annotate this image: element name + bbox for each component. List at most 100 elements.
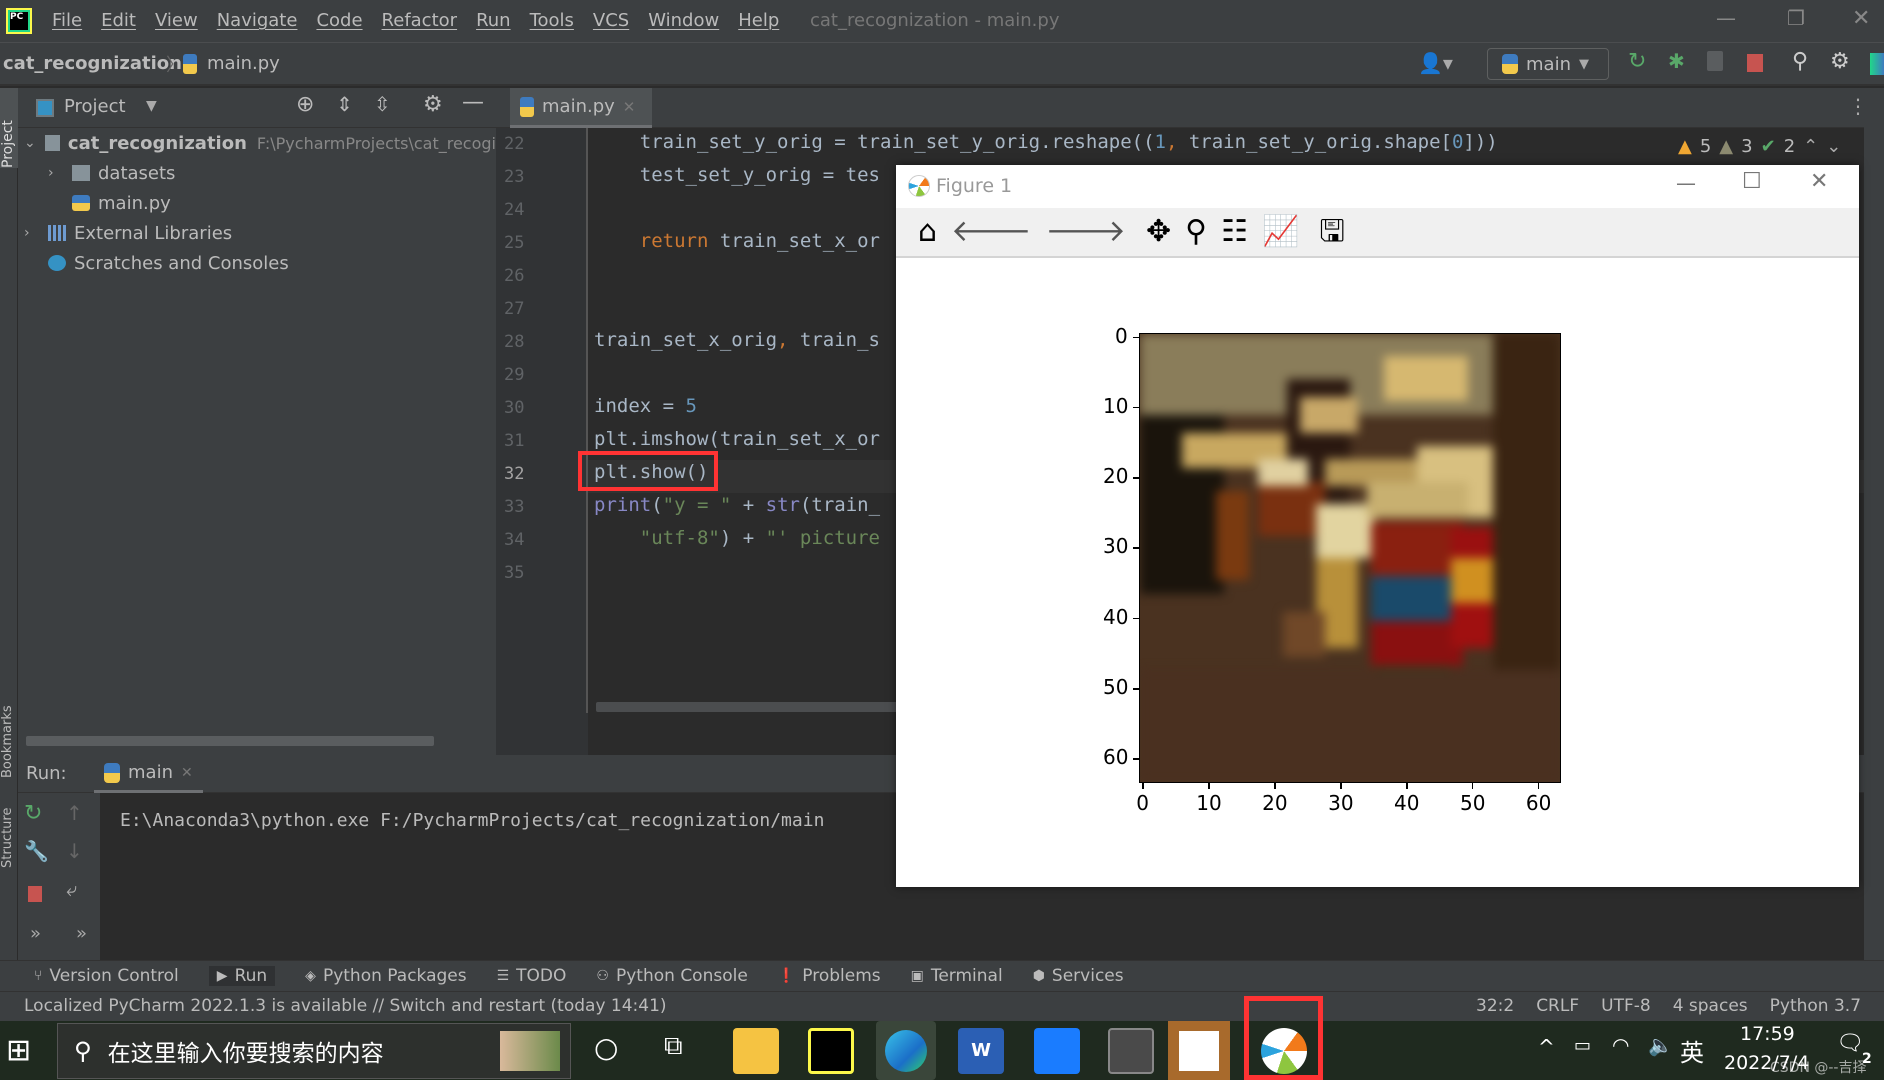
stop-icon[interactable] (28, 886, 42, 902)
account-icon[interactable]: 👤▾ (1418, 51, 1453, 75)
tree-item[interactable]: › External Libraries (18, 218, 496, 248)
close-tab-icon[interactable]: ✕ (181, 765, 193, 781)
task-view-icon[interactable]: ⧉ (664, 1031, 683, 1062)
taskbar-search-box[interactable]: ⚲ 在这里输入你要搜索的内容 (57, 1023, 571, 1079)
matplotlib-figure-icon[interactable] (1261, 1028, 1307, 1074)
menu-edit[interactable]: Edit (101, 10, 136, 31)
code-line[interactable]: plt.imshow(train_set_x_or (594, 428, 880, 450)
breadcrumb-project[interactable]: cat_recognization (3, 53, 182, 74)
project-panel-title[interactable]: Project (64, 96, 126, 117)
python-interpreter[interactable]: Python 3.7 (1770, 996, 1861, 1016)
tool-window-python-console[interactable]: ⚇ Python Console (596, 966, 747, 986)
volume-icon[interactable]: 🔈 (1648, 1033, 1673, 1057)
zoom-icon[interactable]: ⚲ (1185, 217, 1207, 247)
up-arrow-icon[interactable]: ↑ (66, 801, 83, 825)
wifi-icon[interactable]: ◠ (1612, 1033, 1629, 1057)
stop-icon[interactable] (1747, 54, 1763, 72)
line-separator[interactable]: CRLF (1536, 996, 1579, 1016)
chevron-down-icon[interactable]: ▼ (146, 98, 157, 114)
chevron-right-icon[interactable]: › (24, 225, 42, 241)
close-button[interactable]: ✕ (1852, 6, 1870, 31)
expand-all-icon[interactable]: ⇕ (336, 92, 353, 116)
menu-code[interactable]: Code (316, 10, 362, 31)
edge-taskbar-slot[interactable] (876, 1021, 936, 1080)
notification-center-icon[interactable]: 🗨 (1836, 1031, 1864, 1056)
next-highlight-icon[interactable]: ⌄ (1826, 136, 1841, 157)
minimize-button[interactable]: — (1716, 6, 1736, 30)
terminal-taskbar-icon[interactable] (1108, 1028, 1154, 1074)
battery-icon[interactable]: ▭ (1574, 1035, 1591, 1056)
tree-item[interactable]: main.py (18, 188, 496, 218)
breadcrumb-file[interactable]: main.py (207, 53, 280, 74)
menu-help[interactable]: Help (738, 10, 779, 31)
forward-icon[interactable]: 🡒 (1046, 217, 1126, 247)
image-axes[interactable] (1139, 333, 1561, 783)
inspection-widget[interactable]: ▲ 5 ▲ 3 ✔ 2 ⌃ ⌄ (1678, 136, 1841, 157)
previous-highlight-icon[interactable]: ⌃ (1803, 136, 1818, 157)
word-icon[interactable]: W (958, 1028, 1004, 1074)
tool-window-terminal[interactable]: ▣ Terminal (911, 966, 1003, 986)
cortana-icon[interactable]: ○ (594, 1031, 618, 1064)
indent-setting[interactable]: 4 spaces (1673, 996, 1748, 1016)
debug-icon[interactable]: ✱ (1668, 49, 1685, 73)
menu-run[interactable]: Run (476, 10, 511, 31)
locate-icon[interactable]: ⊕ (296, 92, 314, 117)
soft-wrap-icon[interactable]: ⤶ (66, 877, 77, 901)
lark-icon[interactable] (1034, 1028, 1080, 1074)
code-line[interactable]: print("y = " + str(train_ (594, 494, 880, 516)
tool-window-run[interactable]: ▶ Run (208, 966, 276, 986)
close-tab-icon[interactable]: ✕ (623, 98, 636, 116)
tool-window-todo[interactable]: ☰ TODO (497, 966, 567, 986)
run-tab-main[interactable]: main ✕ (94, 755, 203, 793)
minimize-button[interactable]: — (1676, 171, 1696, 195)
menu-file[interactable]: File (52, 10, 82, 31)
notes-app-slot[interactable] (1168, 1021, 1230, 1080)
configure-subplots-icon[interactable]: ☷ (1221, 217, 1248, 247)
tab-main-py[interactable]: main.py ✕ (510, 88, 652, 128)
down-arrow-icon[interactable]: ↓ (66, 839, 83, 863)
jetbrains-ai-icon[interactable] (1870, 53, 1884, 75)
project-tool-tab[interactable]: Project (0, 88, 18, 168)
search-icon[interactable]: ⚲ (1792, 49, 1808, 74)
menu-tools[interactable]: Tools (530, 10, 574, 31)
cursor-position[interactable]: 32:2 (1476, 996, 1514, 1016)
run-config-selector[interactable]: main ▼ (1487, 48, 1609, 80)
horizontal-scrollbar[interactable] (26, 736, 434, 746)
menu-view[interactable]: View (155, 10, 198, 31)
rerun-icon[interactable]: ↻ (1628, 49, 1646, 74)
file-encoding[interactable]: UTF-8 (1601, 996, 1651, 1016)
editor-scrollbar[interactable] (596, 702, 906, 712)
code-line[interactable]: train_set_y_orig = train_set_y_orig.resh… (594, 131, 1498, 153)
more-icon[interactable]: » (30, 923, 41, 944)
menu-window[interactable]: Window (648, 10, 719, 31)
tree-item[interactable]: Scratches and Consoles (18, 248, 496, 278)
windows-start-icon[interactable]: ⊞ (6, 1033, 31, 1068)
show-hidden-icons-icon[interactable]: ^ (1538, 1035, 1555, 1059)
home-icon[interactable]: ⌂ (918, 217, 937, 247)
chevron-right-icon[interactable]: › (48, 165, 66, 181)
tool-window-python-packages[interactable]: ◈ Python Packages (305, 966, 466, 986)
edit-axes-icon[interactable]: 📈 (1262, 217, 1299, 247)
gear-icon[interactable]: ⚙ (1830, 49, 1850, 74)
rerun-icon[interactable]: ↻ (24, 801, 42, 826)
coverage-icon[interactable] (1707, 51, 1723, 71)
maximize-button[interactable]: ☐ (1742, 169, 1762, 194)
menu-vcs[interactable]: VCS (593, 10, 629, 31)
code-line[interactable]: "utf-8") + "' picture (594, 527, 880, 549)
hide-panel-icon[interactable]: — (462, 90, 484, 115)
menu-refactor[interactable]: Refactor (382, 10, 458, 31)
code-line[interactable]: index = 5 (594, 395, 697, 417)
gear-icon[interactable]: ⚙ (423, 92, 443, 117)
menu-navigate[interactable]: Navigate (217, 10, 298, 31)
structure-tool-tab[interactable]: Structure (0, 788, 18, 868)
collapse-all-icon[interactable]: ⇳ (374, 92, 391, 116)
file-explorer-icon[interactable] (733, 1028, 779, 1074)
close-button[interactable]: ✕ (1810, 169, 1828, 194)
tree-item[interactable]: › datasets (18, 158, 496, 188)
status-message[interactable]: Localized PyCharm 2022.1.3 is available … (24, 996, 667, 1016)
input-method-indicator[interactable]: 英 (1680, 1033, 1704, 1068)
chevron-down-icon[interactable]: ⌄ (24, 135, 39, 151)
wrench-icon[interactable]: 🔧 (24, 839, 49, 863)
code-line[interactable]: train_set_x_orig, train_s (594, 329, 880, 351)
back-icon[interactable]: 🡐 (951, 217, 1031, 247)
